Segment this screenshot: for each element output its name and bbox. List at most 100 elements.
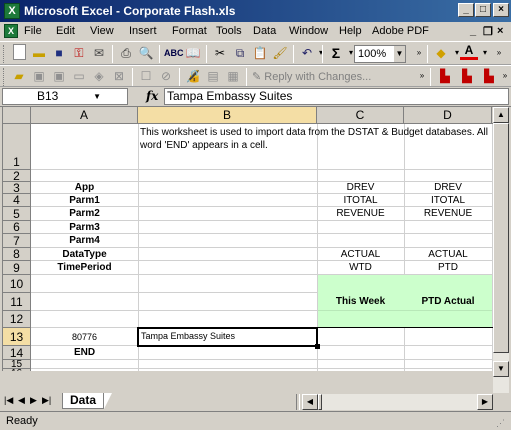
copy-icon[interactable]: ⧉ [231, 44, 249, 62]
scroll-up-icon[interactable]: ▲ [493, 107, 509, 123]
worksheet-grid[interactable]: A B C D 1 2 3 4 5 6 7 8 9 10 11 12 13 14… [2, 107, 493, 371]
comment-icon[interactable]: ▭ [70, 67, 88, 85]
toolbar-overflow-icon[interactable]: » [490, 44, 508, 62]
print-preview-icon[interactable]: 🔍 [137, 44, 155, 62]
formula-input[interactable]: Tampa Embassy Suites [164, 88, 509, 105]
cell-d11[interactable]: PTD Actual [404, 293, 492, 311]
compare-icon[interactable]: ▣ [30, 67, 48, 85]
cell-a4[interactable]: Parm1 [31, 194, 138, 207]
maximize-button[interactable]: □ [475, 3, 491, 17]
menu-help[interactable]: Help [339, 25, 362, 37]
cell-c5[interactable]: REVENUE [317, 207, 404, 221]
insert-function-icon[interactable]: fx [146, 89, 158, 103]
vertical-scroll-thumb[interactable] [493, 123, 509, 353]
show-comment-icon[interactable]: ◈ [90, 67, 108, 85]
tab-split-handle[interactable] [296, 394, 300, 410]
chevron-down-icon[interactable]: ▼ [393, 46, 405, 62]
fill-handle[interactable] [315, 344, 320, 349]
menu-adobe-pdf[interactable]: Adobe PDF [372, 25, 429, 37]
print-icon[interactable]: ⎙ [117, 44, 135, 62]
vertical-scrollbar[interactable]: ▲ ▼ [493, 107, 509, 393]
email-icon[interactable]: ✉ [90, 44, 108, 62]
cut-icon[interactable]: ✂ [211, 44, 229, 62]
horizontal-scroll-track[interactable] [322, 394, 477, 410]
permission-icon[interactable]: ⚿ [70, 44, 88, 62]
menu-window[interactable]: Window [289, 25, 328, 37]
merge-icon[interactable]: ▣ [50, 67, 68, 85]
next-sheet-icon[interactable]: ▶ [30, 395, 37, 406]
resize-grip-icon[interactable]: ⋰ [496, 418, 505, 429]
track-changes-icon[interactable]: ☐ [137, 67, 155, 85]
scroll-down-icon[interactable]: ▼ [493, 361, 509, 377]
cell-c8[interactable]: ACTUAL [317, 248, 404, 261]
cell-d9[interactable]: PTD [404, 261, 492, 275]
minimize-button[interactable]: _ [458, 3, 474, 17]
cell-d4[interactable]: ITOTAL [404, 194, 492, 207]
cell-c9[interactable]: WTD [317, 261, 404, 275]
protect-icon[interactable]: 🔏 [184, 67, 202, 85]
zoom-combo[interactable]: 100% ▼ [354, 45, 406, 63]
spelling-icon[interactable]: ABC [164, 44, 184, 62]
menu-file[interactable]: File [24, 25, 42, 37]
excel-app-icon[interactable]: X [4, 3, 20, 19]
delete-comment-icon[interactable]: ⊠ [110, 67, 128, 85]
toolbar-grip[interactable] [3, 45, 6, 63]
cell-c3[interactable]: DREV [317, 182, 404, 194]
cell-c4[interactable]: ITOTAL [317, 194, 404, 207]
accept-change-icon[interactable]: ⊘ [157, 67, 175, 85]
scroll-left-icon[interactable]: ◀ [302, 394, 318, 410]
scroll-right-icon[interactable]: ▶ [477, 394, 493, 410]
row-header-13[interactable]: 13 [3, 328, 31, 346]
doc-minimize-button[interactable]: _ [470, 25, 476, 37]
folder-icon[interactable]: ▰ [10, 67, 28, 85]
row-header-5[interactable]: 5 [3, 207, 31, 221]
active-cell-b13[interactable]: Tampa Embassy Suites [137, 327, 318, 347]
cell-a6[interactable]: Parm3 [31, 221, 138, 234]
name-box[interactable]: B13 ▼ [2, 88, 128, 105]
open-icon[interactable]: ▬ [30, 44, 48, 62]
row-header-16[interactable]: 16 [3, 369, 31, 371]
prev-sheet-icon[interactable]: ◀ [18, 395, 25, 406]
cell-a3[interactable]: App [31, 182, 138, 194]
new-icon[interactable] [13, 44, 26, 60]
column-header-c[interactable]: C [317, 107, 404, 124]
instructions-text-line-1[interactable]: This worksheet is used to import data fr… [140, 127, 488, 138]
row-header-6[interactable]: 6 [3, 221, 31, 234]
menu-data[interactable]: Data [253, 25, 276, 37]
row-header-12[interactable]: 12 [3, 311, 31, 328]
cell-a14[interactable]: END [31, 346, 138, 360]
document-icon[interactable]: X [4, 24, 18, 38]
last-sheet-icon[interactable]: ▶| [42, 395, 51, 406]
highlight-icon[interactable]: ▤ [204, 67, 222, 85]
close-button[interactable]: × [493, 3, 509, 17]
cell-a5[interactable]: Parm2 [31, 207, 138, 221]
row-header-14[interactable]: 14 [3, 346, 31, 360]
paste-icon[interactable]: 📋 [251, 44, 269, 62]
pdf-email-icon[interactable]: ▙ [458, 67, 476, 85]
toolbar-grip[interactable] [3, 68, 6, 86]
menu-insert[interactable]: Insert [129, 25, 157, 37]
cell-a9[interactable]: TimePeriod [31, 261, 138, 275]
cell-d8[interactable]: ACTUAL [404, 248, 492, 261]
column-header-a[interactable]: A [31, 107, 138, 124]
cell-d5[interactable]: REVENUE [404, 207, 492, 221]
row-header-11[interactable]: 11 [3, 293, 31, 311]
first-sheet-icon[interactable]: |◀ [4, 395, 13, 406]
sheet-tab-data[interactable]: Data [62, 393, 104, 409]
menu-tools[interactable]: Tools [216, 25, 242, 37]
row-header-7[interactable]: 7 [3, 234, 31, 248]
research-icon[interactable]: 📖 [184, 44, 202, 62]
toolbar-options-icon[interactable]: » [413, 67, 431, 85]
cell-a7[interactable]: Parm4 [31, 234, 138, 248]
reply-with-changes-button[interactable]: ✎ Reply with Changes... [252, 70, 371, 83]
menu-view[interactable]: View [90, 25, 114, 37]
toolbar-overflow-icon[interactable]: » [496, 67, 511, 85]
menu-edit[interactable]: Edit [56, 25, 75, 37]
format-painter-icon[interactable]: 🖌 [271, 44, 289, 62]
cell-d3[interactable]: DREV [404, 182, 492, 194]
menu-format[interactable]: Format [172, 25, 207, 37]
share-icon[interactable]: ▦ [224, 67, 242, 85]
row-header-10[interactable]: 10 [3, 275, 31, 293]
chevron-down-icon[interactable]: ▼ [93, 89, 101, 104]
cell-a13[interactable]: 80776 [31, 328, 138, 346]
